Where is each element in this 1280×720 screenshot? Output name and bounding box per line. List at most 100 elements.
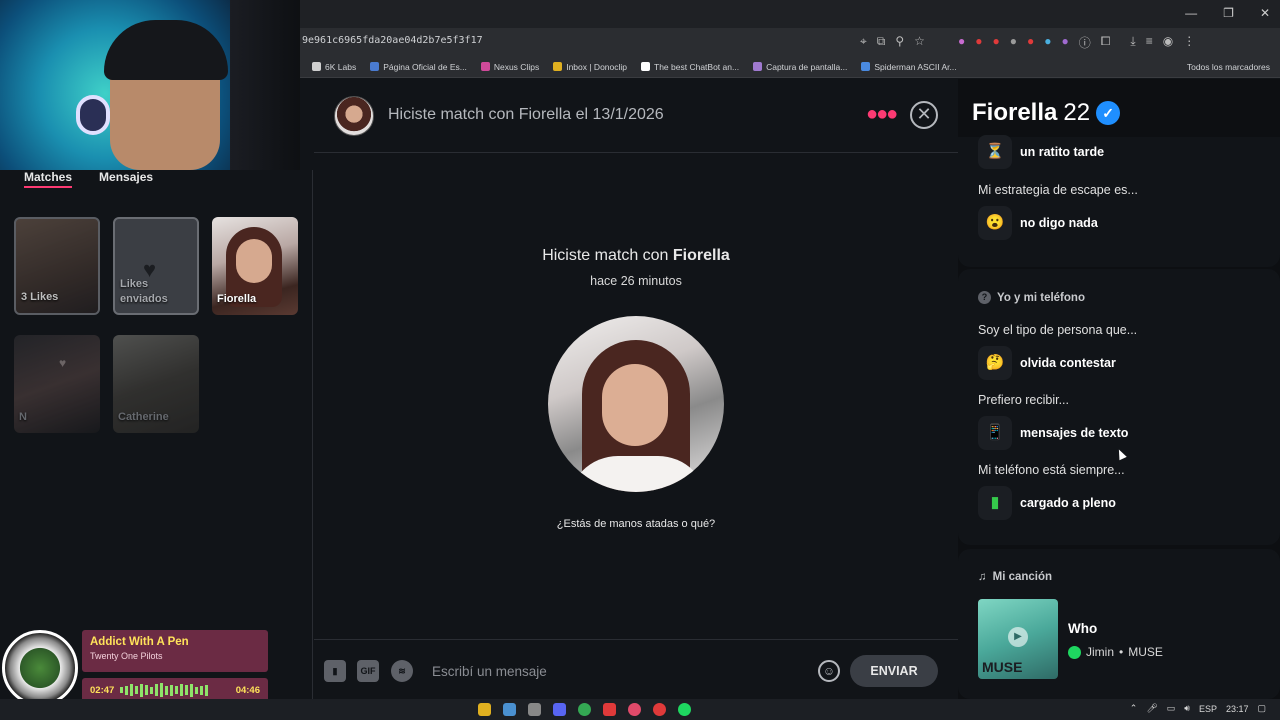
bookmark-item[interactable]: Nexus Clips <box>480 62 539 72</box>
system-tray: ⌃ 🎤︎ ▭ 🔊︎ ESP 23:17 ▢ <box>1130 703 1266 714</box>
match-name: Fiorella <box>217 293 257 305</box>
profile-age: 22 <box>1063 99 1091 126</box>
extension-icon[interactable]: ● <box>975 34 982 51</box>
match-card-fiorella[interactable]: Fiorella <box>212 217 298 315</box>
menu-icon[interactable]: ⋮ <box>1183 34 1195 51</box>
chrome-icon[interactable] <box>578 703 591 716</box>
bookmark-item[interactable]: 6K Labs <box>312 62 356 72</box>
match-announcement-name: Fiorella <box>672 247 730 264</box>
tab-messages[interactable]: Mensajes <box>99 170 153 188</box>
waveform-bar <box>145 685 149 695</box>
discord-icon[interactable] <box>553 703 566 716</box>
app-icon[interactable] <box>528 703 541 716</box>
avatar[interactable] <box>334 96 374 136</box>
restore-icon[interactable]: ❐ <box>1223 6 1234 20</box>
song-artwork[interactable]: ▶ MUSE <box>978 599 1058 679</box>
song-meta: Jimin • MUSE <box>1068 645 1163 659</box>
battery-icon: ▮ <box>978 486 1012 520</box>
language-indicator[interactable]: ESP <box>1199 704 1217 714</box>
likes-sent-card[interactable]: ♥ Likes enviados <box>113 217 199 315</box>
reading-list-icon[interactable]: ≡ <box>1146 34 1153 51</box>
cast-icon[interactable]: ⧉ <box>877 34 886 49</box>
url-field[interactable]: 9e961c6965fda20ae04d2b7e5f3f17 <box>302 35 483 46</box>
all-bookmarks-button[interactable]: Todos los marcadores <box>1187 62 1270 72</box>
match-photo-face <box>236 239 272 283</box>
song-album: MUSE <box>1128 645 1163 659</box>
gif-icon[interactable]: GIF <box>357 660 379 682</box>
artwork-text: MUSE <box>982 659 1023 675</box>
extension-icon[interactable]: ● <box>1010 34 1017 51</box>
message-input[interactable] <box>432 658 812 684</box>
message-composer: ▮ GIF ≋ ☺ ENVIAR <box>314 639 958 701</box>
network-icon[interactable]: ▭ <box>1167 703 1176 714</box>
prompt-answer: 📱 mensajes de texto <box>978 416 1128 450</box>
match-card-catherine[interactable]: Catherine <box>113 335 199 433</box>
send-button[interactable]: ENVIAR <box>850 655 938 687</box>
extension-icon[interactable]: ● <box>1044 34 1051 51</box>
youtube-icon[interactable] <box>653 703 666 716</box>
mic-icon[interactable]: 🎤︎ <box>1146 703 1157 714</box>
separator: • <box>1119 645 1124 659</box>
prompt-question: Prefiero recibir... <box>978 393 1070 407</box>
waveform-bar <box>130 684 134 696</box>
profile-name: Fiorella 22 ✓ <box>972 99 1121 127</box>
waveform-bar <box>170 684 174 696</box>
tab-matches[interactable]: Matches <box>24 170 73 188</box>
download-icon[interactable]: ⤓ <box>1130 34 1135 51</box>
phone-section: ? Yo y mi teléfono Soy el tipo de person… <box>958 269 1280 545</box>
bookmark-favicon-icon <box>753 62 763 71</box>
clock[interactable]: 23:17 <box>1226 704 1249 714</box>
emoji-icon[interactable]: ☺ <box>818 660 840 682</box>
extension-icon[interactable]: ● <box>1062 34 1069 51</box>
steam-icon[interactable] <box>503 703 516 716</box>
volume-icon[interactable]: 🔊︎ <box>1184 703 1190 714</box>
match-card-n[interactable]: N <box>14 335 100 433</box>
suggested-opener[interactable]: ¿Estás de manos atadas o qué? <box>314 518 958 530</box>
waveform-bar <box>155 684 159 696</box>
chevron-up-icon[interactable]: ⌃ <box>1130 703 1138 714</box>
bookmark-label: Captura de pantalla... <box>766 61 848 72</box>
close-window-icon[interactable]: ✕ <box>1260 6 1270 20</box>
extension-icon[interactable]: ● <box>1027 34 1034 51</box>
chat-header: Hiciste match con Fiorella el 13/1/2026 … <box>314 79 958 153</box>
spotify-icon <box>1068 645 1081 659</box>
player-icon[interactable] <box>628 703 641 716</box>
music-note-icon: ♫ <box>978 571 987 583</box>
screen: — ❐ ✕ 9e961c6965fda20ae04d2b7e5f3f17 ⌖ ⧉… <box>0 0 1280 720</box>
match-profile-photo[interactable] <box>548 316 724 492</box>
bookmark-item[interactable]: Captura de pantalla... <box>753 62 847 72</box>
star-icon[interactable]: ☆ <box>914 34 925 49</box>
webcam-background <box>230 0 300 170</box>
location-icon[interactable]: ⌖ <box>860 34 867 49</box>
bookmark-item[interactable]: Spiderman ASCII Ar... <box>861 62 957 72</box>
prompt-question: Soy el tipo de persona que... <box>978 323 1138 337</box>
prompt-answer: ⏳ un ratito tarde <box>978 135 1104 169</box>
folder-icon[interactable] <box>478 703 491 716</box>
contact-card-icon[interactable]: ▮ <box>324 660 346 682</box>
profile-icon[interactable]: ◉ <box>1163 34 1173 51</box>
more-options-icon[interactable]: ●●● <box>866 103 898 126</box>
waveform-bar <box>150 686 154 694</box>
puzzle-icon[interactable]: ⧠ <box>1101 34 1111 51</box>
minimize-icon[interactable]: — <box>1185 6 1197 20</box>
zoom-icon[interactable]: ⚲ <box>895 34 904 49</box>
close-icon[interactable]: ✕ <box>910 101 938 129</box>
info-icon[interactable]: ⓘ <box>1079 34 1091 51</box>
play-icon[interactable]: ▶ <box>1008 627 1028 647</box>
bookmark-item[interactable]: The best ChatBot an... <box>641 62 739 72</box>
spotify-icon[interactable]: ≋ <box>391 660 413 682</box>
brave-icon[interactable] <box>603 703 616 716</box>
spotify-icon[interactable] <box>678 703 691 716</box>
extension-icon[interactable]: ● <box>993 34 1000 51</box>
waveform-bar <box>125 685 129 695</box>
extension-icon[interactable]: ● <box>958 34 965 51</box>
prompt-answer-text: olvida contestar <box>1020 356 1116 370</box>
prompt-answer: 🤔 olvida contestar <box>978 346 1116 380</box>
elapsed-time: 02:47 <box>90 684 115 696</box>
likes-card[interactable]: 3 Likes <box>14 217 100 315</box>
bookmark-item[interactable]: Página Oficial de Es... <box>370 62 467 72</box>
headset-icon <box>76 95 110 135</box>
bookmark-item[interactable]: Inbox | Donoclip <box>553 62 627 72</box>
notification-icon[interactable]: ▢ <box>1257 703 1266 714</box>
sidebar-tabs: Matches Mensajes <box>24 170 153 188</box>
